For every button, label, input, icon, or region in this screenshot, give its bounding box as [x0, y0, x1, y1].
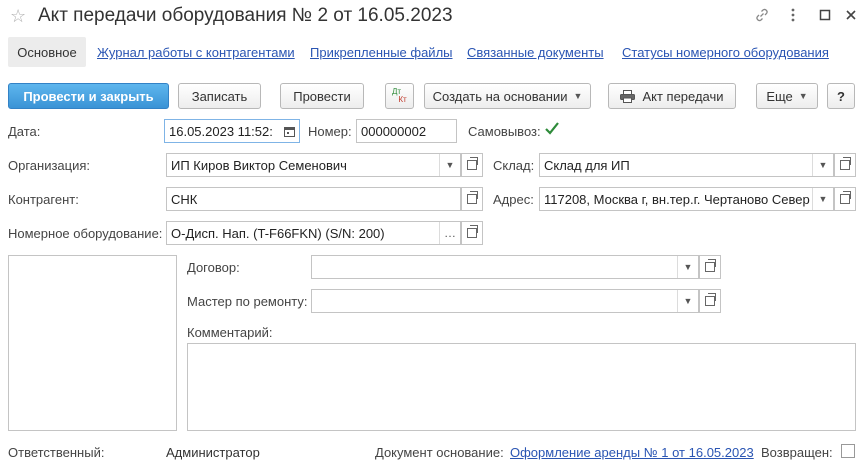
equipment-label: Номерное оборудование:: [8, 226, 163, 241]
basis-document-link[interactable]: Оформление аренды № 1 от 16.05.2023: [510, 445, 754, 460]
close-icon[interactable]: [842, 6, 860, 24]
contract-label: Договор:: [187, 260, 240, 275]
page-title: Акт передачи оборудования № 2 от 16.05.2…: [38, 5, 453, 26]
dt-kt-button[interactable]: Дт Кт: [385, 83, 414, 109]
number-field[interactable]: 000000002: [356, 119, 457, 143]
contract-field[interactable]: ▼: [311, 255, 699, 279]
pickup-label: Самовывоз:: [468, 124, 541, 139]
more-button[interactable]: Еще ▼: [756, 83, 818, 109]
equipment-field[interactable]: О-Дисп. Нап. (T-F66FKN) (S/N: 200) …: [166, 221, 461, 245]
counterparty-field[interactable]: СНК: [166, 187, 461, 211]
equipment-open-button[interactable]: [461, 221, 483, 245]
create-based-on-label: Создать на основании: [432, 88, 568, 104]
open-icon: [705, 293, 716, 306]
post-and-close-button[interactable]: Провести и закрыть: [8, 83, 169, 109]
dropdown-arrow-icon[interactable]: ▼: [677, 256, 698, 278]
number-label: Номер:: [308, 124, 352, 139]
tab-counterparty-log[interactable]: Журнал работы с контрагентами: [97, 45, 295, 60]
select-ellipsis-icon[interactable]: …: [439, 222, 460, 244]
address-open-button[interactable]: [834, 187, 856, 211]
number-value: 000000002: [361, 123, 427, 139]
warehouse-value: Склад для ИП: [544, 157, 630, 173]
responsible-label: Ответственный:: [8, 445, 105, 460]
address-value: 117208, Москва г, вн.тер.г. Чертаново Се…: [544, 191, 810, 207]
counterparty-open-button[interactable]: [461, 187, 483, 211]
address-label: Адрес:: [493, 192, 534, 207]
dropdown-arrow-icon[interactable]: ▼: [812, 188, 833, 210]
warehouse-label: Склад:: [493, 158, 535, 173]
open-icon: [840, 157, 851, 170]
tab-related-documents[interactable]: Связанные документы: [467, 45, 604, 60]
counterparty-label: Контрагент:: [8, 192, 79, 207]
warehouse-open-button[interactable]: [834, 153, 856, 177]
dropdown-arrow-icon[interactable]: ▼: [677, 290, 698, 312]
post-button[interactable]: Провести: [280, 83, 364, 109]
checkmark-icon: [545, 122, 559, 135]
chevron-down-icon: ▼: [798, 91, 808, 101]
responsible-value: Администратор: [166, 445, 260, 460]
help-button[interactable]: ?: [827, 83, 855, 109]
write-button[interactable]: Записать: [178, 83, 261, 109]
tab-equipment-statuses[interactable]: Статусы номерного оборудования: [622, 45, 829, 60]
dropdown-arrow-icon[interactable]: ▼: [439, 154, 460, 176]
warehouse-field[interactable]: Склад для ИП ▼: [539, 153, 834, 177]
link-icon[interactable]: [753, 6, 771, 24]
date-value: 16.05.2023 11:52:: [169, 123, 273, 139]
comment-label: Комментарий:: [187, 325, 273, 340]
open-icon: [467, 225, 478, 238]
dropdown-arrow-icon[interactable]: ▼: [812, 154, 833, 176]
organization-value: ИП Киров Виктор Семенович: [171, 157, 347, 173]
open-icon: [467, 157, 478, 170]
master-field[interactable]: ▼: [311, 289, 699, 313]
chevron-down-icon: ▼: [573, 91, 583, 101]
open-icon: [840, 191, 851, 204]
open-icon: [467, 191, 478, 204]
master-open-button[interactable]: [699, 289, 721, 313]
image-panel[interactable]: [8, 255, 177, 431]
organization-open-button[interactable]: [461, 153, 483, 177]
create-based-on-button[interactable]: Создать на основании ▼: [424, 83, 591, 109]
basis-label: Документ основание:: [375, 445, 504, 460]
returned-checkbox[interactable]: [841, 444, 855, 458]
kt-label: Кт: [398, 95, 407, 104]
address-field[interactable]: 117208, Москва г, вн.тер.г. Чертаново Се…: [539, 187, 834, 211]
date-field[interactable]: 16.05.2023 11:52:: [164, 119, 300, 143]
more-icon[interactable]: [784, 6, 802, 24]
more-label: Еще: [766, 88, 793, 104]
counterparty-value: СНК: [171, 191, 198, 207]
returned-label: Возвращен:: [761, 445, 833, 460]
print-act-button[interactable]: Акт передачи: [608, 83, 736, 109]
organization-label: Организация:: [8, 158, 91, 173]
star-icon[interactable]: ☆: [10, 6, 26, 27]
contract-open-button[interactable]: [699, 255, 721, 279]
organization-field[interactable]: ИП Киров Виктор Семенович ▼: [166, 153, 461, 177]
date-label: Дата:: [8, 124, 41, 139]
pickup-checkbox[interactable]: [543, 120, 561, 141]
printer-icon: [620, 89, 636, 103]
equipment-value: О-Дисп. Нап. (T-F66FKN) (S/N: 200): [171, 225, 385, 241]
maximize-icon[interactable]: [816, 6, 834, 24]
print-act-label: Акт передачи: [642, 88, 724, 104]
calendar-icon[interactable]: [279, 120, 299, 142]
master-label: Мастер по ремонту:: [187, 294, 308, 309]
tab-main[interactable]: Основное: [8, 37, 86, 67]
open-icon: [705, 259, 716, 272]
tab-attached-files[interactable]: Прикрепленные файлы: [310, 45, 453, 60]
comment-textarea[interactable]: [187, 343, 856, 431]
